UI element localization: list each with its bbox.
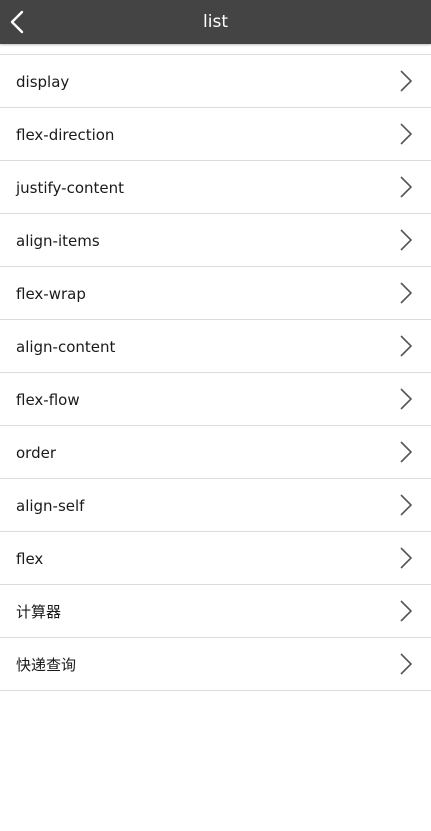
list-item-label: flex-direction <box>16 126 115 144</box>
list-item-flex-wrap[interactable]: flex-wrap <box>0 267 431 320</box>
chevron-right-icon <box>400 600 413 622</box>
list-item-label: flex-wrap <box>16 285 86 303</box>
nav-bar: list <box>0 0 431 44</box>
list-item-label: align-content <box>16 338 116 356</box>
chevron-right-icon <box>400 123 413 145</box>
list-item-label: display <box>16 73 70 91</box>
list-item-label: align-self <box>16 497 85 515</box>
list-item-label: justify-content <box>16 179 125 197</box>
list-item-flex-flow[interactable]: flex-flow <box>0 373 431 426</box>
chevron-right-icon <box>400 176 413 198</box>
list-item-order[interactable]: order <box>0 426 431 479</box>
chevron-left-icon <box>10 10 24 34</box>
chevron-right-icon <box>400 653 413 675</box>
list-item-align-self[interactable]: align-self <box>0 479 431 532</box>
list-item-label: flex <box>16 550 44 568</box>
page-title: list <box>203 12 228 32</box>
list-item-align-content[interactable]: align-content <box>0 320 431 373</box>
list-item-label: flex-flow <box>16 391 80 409</box>
list-item-calculator[interactable]: 计算器 <box>0 585 431 638</box>
list-item-display[interactable]: display <box>0 55 431 108</box>
chevron-right-icon <box>400 70 413 92</box>
list-item-label: order <box>16 444 56 462</box>
list-item-label: 快递查询 <box>16 656 77 674</box>
chevron-right-icon <box>400 441 413 463</box>
list-item-align-items[interactable]: align-items <box>0 214 431 267</box>
chevron-right-icon <box>400 282 413 304</box>
list-item-label: 计算器 <box>16 603 62 621</box>
chevron-right-icon <box>400 229 413 251</box>
chevron-right-icon <box>400 547 413 569</box>
back-button[interactable] <box>0 0 44 44</box>
chevron-right-icon <box>400 335 413 357</box>
chevron-right-icon <box>400 494 413 516</box>
list-item-flex[interactable]: flex <box>0 532 431 585</box>
list-item-express-tracking[interactable]: 快递查询 <box>0 638 431 691</box>
list-item-justify-content[interactable]: justify-content <box>0 161 431 214</box>
chevron-right-icon <box>400 388 413 410</box>
menu-list: display flex-direction justify-content a… <box>0 54 431 691</box>
list-item-label: align-items <box>16 232 100 250</box>
list-item-flex-direction[interactable]: flex-direction <box>0 108 431 161</box>
